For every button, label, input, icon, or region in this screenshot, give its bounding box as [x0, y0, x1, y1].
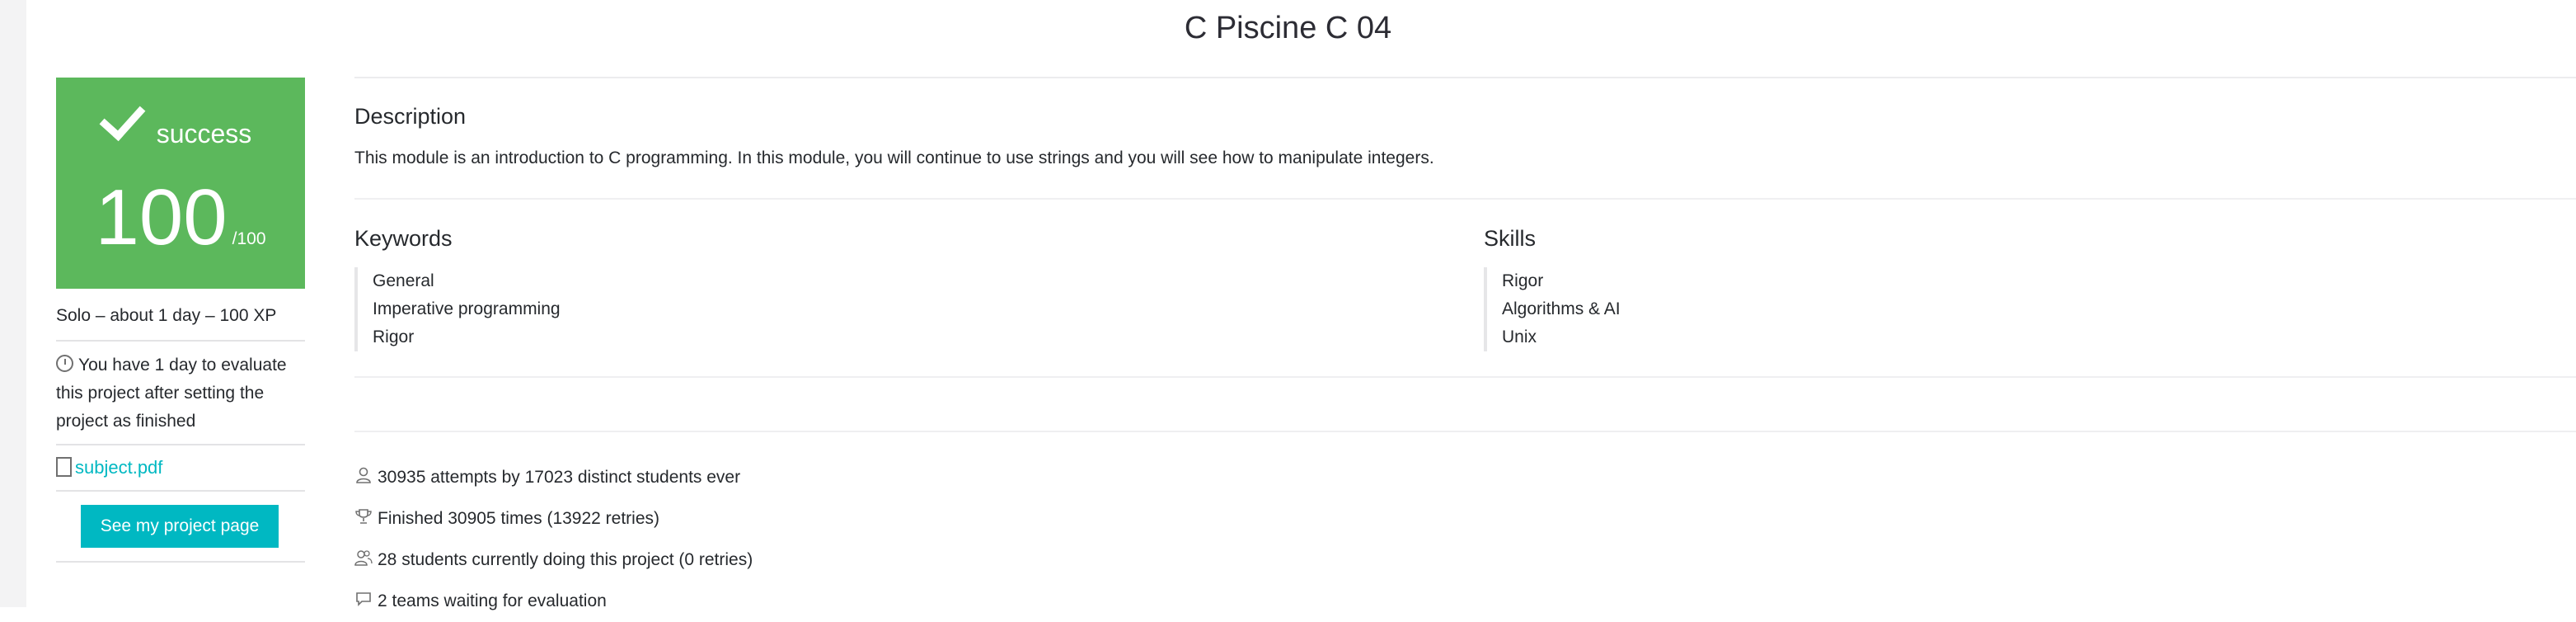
- users-icon: [354, 550, 373, 566]
- keyword-item: Imperative programming: [373, 299, 561, 318]
- stat-text: 30935 attempts by 17023 distinct student…: [378, 468, 741, 487]
- score-max: /100: [232, 229, 266, 248]
- status-label: success: [156, 119, 252, 148]
- chat-bubble-icon: [356, 592, 371, 606]
- trophy-icon: [355, 509, 372, 524]
- left-gutter: [0, 0, 26, 607]
- subject-pdf-link[interactable]: subject.pdf: [75, 457, 162, 478]
- page-title: C Piscine C 04: [1184, 11, 1392, 45]
- project-meta: Solo – about 1 day – 100 XP: [56, 289, 305, 342]
- keyword-item: General: [373, 271, 434, 290]
- project-sidebar: success 100/100 Solo – about 1 day – 100…: [56, 78, 305, 563]
- skill-item: Rigor: [1502, 271, 1544, 290]
- skill-item: Unix: [1502, 327, 1537, 346]
- skills-heading: Skills: [1484, 226, 1537, 251]
- section-divider: [354, 198, 2576, 200]
- score-row: 100/100: [56, 178, 305, 257]
- stat-text: 28 students currently doing this project…: [378, 550, 753, 569]
- keywords-list: General Imperative programming Rigor: [354, 267, 561, 351]
- skills-list: Rigor Algorithms & AI Unix: [1484, 267, 1621, 351]
- stat-finished: Finished 30905 times (13922 retries): [354, 498, 753, 540]
- document-icon: [56, 457, 72, 477]
- subject-attachment: subject.pdf: [56, 445, 305, 492]
- stat-current: 28 students currently doing this project…: [354, 540, 753, 581]
- user-icon: [356, 467, 371, 483]
- clock-icon: [56, 355, 73, 372]
- description-text: This module is an introduction to C prog…: [354, 148, 1434, 167]
- status-row: success: [56, 93, 305, 149]
- keywords-heading: Keywords: [354, 226, 453, 251]
- see-project-page-button[interactable]: See my project page: [81, 505, 279, 548]
- keyword-item: Rigor: [373, 327, 415, 346]
- check-icon: [99, 93, 146, 142]
- skill-item: Algorithms & AI: [1502, 299, 1621, 318]
- project-stats: 30935 attempts by 17023 distinct student…: [354, 457, 753, 622]
- section-divider: [354, 431, 2576, 432]
- title-divider: [354, 77, 2576, 78]
- stat-attempts: 30935 attempts by 17023 distinct student…: [354, 457, 753, 498]
- project-button-wrap: See my project page: [56, 492, 305, 563]
- final-mark-card: success 100/100: [56, 78, 305, 289]
- stat-text: Finished 30905 times (13922 retries): [378, 509, 660, 528]
- score-value: 100: [95, 173, 228, 262]
- stat-waiting: 2 teams waiting for evaluation: [354, 581, 753, 622]
- evaluation-notice-text: You have 1 day to evaluate this project …: [56, 356, 287, 431]
- section-divider: [354, 376, 2576, 378]
- stat-text: 2 teams waiting for evaluation: [378, 591, 607, 610]
- description-heading: Description: [354, 104, 467, 129]
- evaluation-notice: You have 1 day to evaluate this project …: [56, 342, 305, 445]
